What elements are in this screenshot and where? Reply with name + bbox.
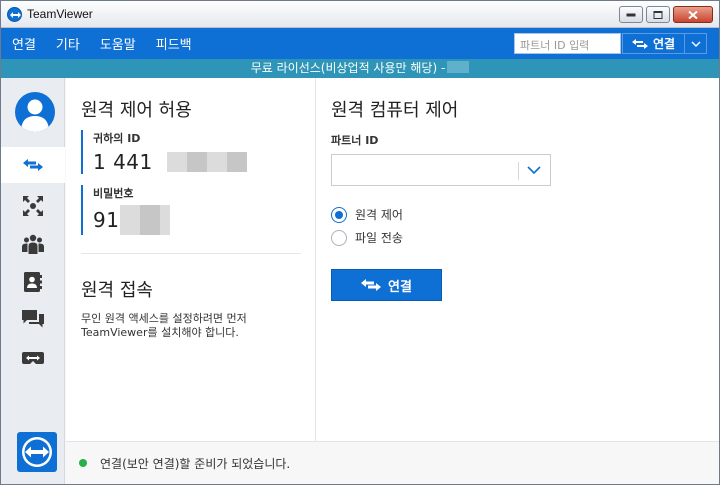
swap-arrows-icon — [631, 38, 648, 49]
chevron-down-icon — [691, 41, 700, 47]
remote-access-description: 무인 원격 액세스를 설정하려면 먼저 TeamViewer를 설치해야 합니다… — [81, 312, 247, 339]
vr-goggles-icon — [22, 352, 44, 364]
section-separator — [81, 253, 301, 254]
chat-icon — [22, 310, 44, 328]
password-label: 비밀번호 — [93, 187, 134, 200]
your-id-label: 귀하의 ID — [93, 132, 141, 145]
swap-arrows-icon — [23, 159, 43, 171]
user-avatar-icon — [21, 99, 49, 132]
sidebar-item-computers-contacts[interactable] — [1, 226, 65, 262]
radio-file-transfer-label: 파일 전송 — [355, 231, 403, 245]
license-text: 무료 라이선스(비상업적 사용만 해당) - — [250, 61, 446, 75]
quick-connect-label: 연결 — [652, 37, 676, 51]
quick-connect-button[interactable]: 연결 — [622, 33, 685, 54]
title-bar[interactable]: TeamViewer — [1, 1, 719, 28]
your-id-value-row[interactable]: 1 441 — [93, 150, 247, 174]
minimize-button[interactable] — [619, 6, 643, 23]
status-bar: 연결(보안 연결)할 준비가 되었습니다. — [66, 441, 719, 484]
password-value-row[interactable]: 91 — [93, 205, 171, 235]
radio-remote-control[interactable]: 원격 제어 — [331, 206, 403, 223]
license-bar: 무료 라이선스(비상업적 사용만 해당) - — [1, 59, 719, 78]
meeting-icon — [23, 196, 43, 216]
radio-button-selected[interactable] — [331, 206, 347, 223]
redacted-id-digits — [166, 152, 247, 172]
redacted-password-digits — [120, 205, 171, 235]
maximize-button[interactable] — [646, 6, 670, 23]
menu-help[interactable]: 도움말 — [100, 34, 136, 53]
partner-id-quick-input[interactable]: 파트너 ID 입력 — [514, 33, 621, 54]
redacted-license-name — [447, 61, 470, 73]
chevron-down-icon[interactable] — [527, 166, 541, 175]
combo-separator — [518, 162, 519, 180]
connect-button-label: 연결 — [388, 279, 412, 295]
swap-arrows-icon — [361, 279, 382, 291]
teamviewer-logo-icon — [7, 7, 22, 22]
your-id-block: 귀하의 ID 1 441 — [81, 130, 247, 174]
password-block: 비밀번호 91 — [81, 185, 171, 235]
sidebar-item-address-book[interactable] — [1, 264, 65, 300]
sidebar-item-chat[interactable] — [1, 302, 65, 338]
partner-id-label: 파트너 ID — [331, 134, 379, 147]
sidebar-item-remote-control[interactable] — [1, 147, 65, 183]
menu-extras[interactable]: 기타 — [56, 34, 80, 53]
connect-button[interactable]: 연결 — [331, 269, 442, 301]
avatar[interactable] — [15, 92, 55, 132]
radio-remote-control-label: 원격 제어 — [355, 208, 403, 222]
close-icon — [688, 10, 698, 19]
sidebar — [1, 78, 65, 484]
radio-button[interactable] — [331, 229, 347, 246]
teamviewer-window: TeamViewer 연결 기타 도움말 피드백 파트너 ID 입력 연결 무료… — [0, 0, 720, 485]
window-title: TeamViewer — [27, 7, 93, 21]
status-ready-dot-icon — [79, 459, 87, 467]
password-value: 91 — [93, 208, 120, 232]
address-book-icon — [24, 272, 42, 292]
contacts-group-icon — [22, 234, 44, 254]
teamviewer-brand-logo-icon — [17, 432, 57, 472]
allow-remote-control-heading: 원격 제어 허용 — [81, 100, 192, 121]
sidebar-item-augmented-reality[interactable] — [1, 340, 65, 376]
radio-file-transfer[interactable]: 파일 전송 — [331, 229, 403, 246]
close-button[interactable] — [673, 6, 713, 23]
your-id-value: 1 441 — [93, 150, 153, 174]
control-remote-computer-heading: 원격 컴퓨터 제어 — [331, 100, 459, 121]
partner-id-combobox[interactable] — [331, 154, 551, 186]
menu-bar: 연결 기타 도움말 피드백 파트너 ID 입력 연결 — [1, 28, 719, 59]
maximize-icon — [653, 10, 663, 19]
column-divider — [315, 78, 316, 441]
menu-feedback[interactable]: 피드백 — [156, 34, 192, 53]
menu-connection[interactable]: 연결 — [12, 34, 36, 53]
minimize-icon — [626, 13, 636, 16]
status-text: 연결(보안 연결)할 준비가 되었습니다. — [100, 457, 291, 471]
sidebar-item-meeting[interactable] — [1, 188, 65, 224]
remote-access-heading: 원격 접속 — [81, 280, 153, 301]
quick-connect-dropdown[interactable] — [685, 33, 707, 54]
